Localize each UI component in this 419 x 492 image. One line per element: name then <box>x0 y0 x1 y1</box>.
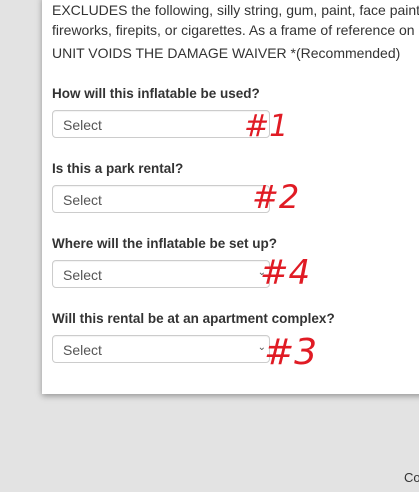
handwritten-annotation-1: #1 <box>244 109 288 142</box>
damage-waiver-notice: EXCLUDES the following, silly string, gu… <box>52 0 419 63</box>
select-value: Select <box>63 192 102 208</box>
setup-location-select[interactable]: Select ⌄ <box>52 260 270 288</box>
annotation-text: #2 <box>252 178 299 216</box>
footer-text: Co <box>404 470 419 485</box>
question-label-setup-location: Where will the inflatable be set up? <box>52 236 278 251</box>
usage-select[interactable]: Select <box>52 110 270 138</box>
select-value: Select <box>63 117 102 133</box>
notice-line: UNIT VOIDS THE DAMAGE WAIVER *(Recommend… <box>52 45 401 61</box>
apartment-complex-select[interactable]: Select ⌄ <box>52 335 270 363</box>
annotation-text: #3 <box>264 332 317 372</box>
annotation-text: #4 <box>260 253 310 292</box>
annotation-text: #1 <box>244 109 288 142</box>
handwritten-annotation-4: #4 <box>260 253 310 292</box>
question-label-usage: How will this inflatable be used? <box>52 86 260 101</box>
question-label-park-rental: Is this a park rental? <box>52 161 184 176</box>
handwritten-annotation-3: #3 <box>264 332 317 372</box>
notice-line: fireworks, firepits, or cigarettes. As a… <box>52 22 415 38</box>
select-value: Select <box>63 267 102 283</box>
park-rental-select[interactable]: Select <box>52 185 270 213</box>
question-label-apartment-complex: Will this rental be at an apartment comp… <box>52 311 335 326</box>
select-value: Select <box>63 342 102 358</box>
notice-line: EXCLUDES the following, silly string, gu… <box>52 2 419 18</box>
handwritten-annotation-2: #2 <box>252 178 299 216</box>
